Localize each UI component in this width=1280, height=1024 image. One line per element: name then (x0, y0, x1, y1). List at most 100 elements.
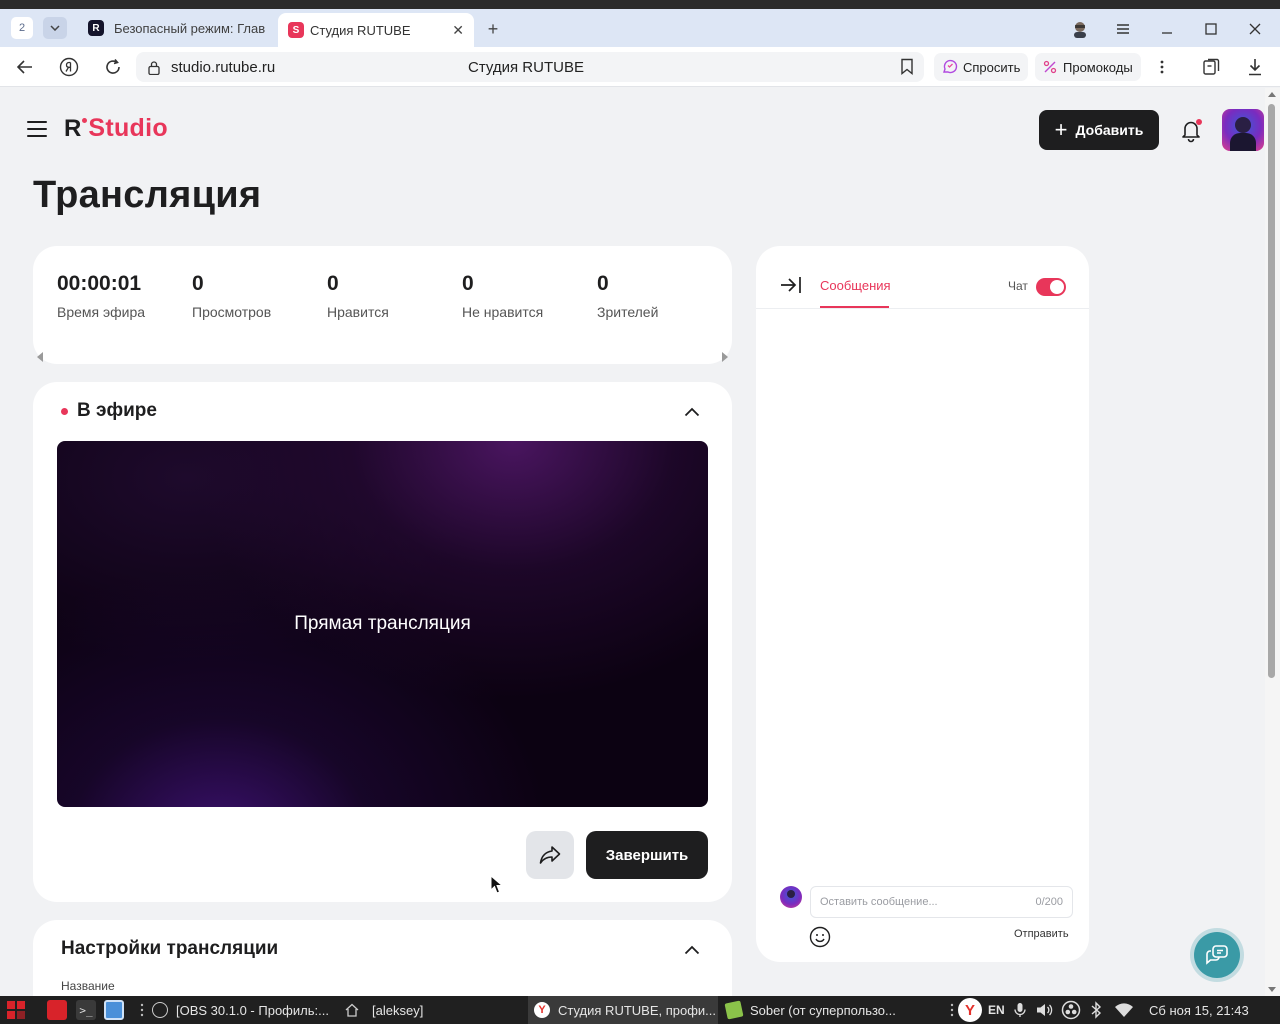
chat-toggle[interactable] (1036, 278, 1066, 296)
logo-studio-text: Studio (88, 114, 168, 142)
yandex-tray-icon[interactable]: Y (958, 996, 982, 1024)
obs-recording-tray-icon[interactable] (1061, 996, 1081, 1024)
maximize-icon[interactable] (1199, 18, 1223, 40)
files-launcher-icon[interactable] (47, 996, 67, 1024)
download-icon[interactable] (1243, 55, 1267, 79)
scroll-left-arrow-icon[interactable] (37, 352, 43, 362)
notifications-bell-icon[interactable] (1178, 117, 1204, 143)
tray-separator-icon (950, 996, 954, 1024)
ask-alice-button[interactable]: Спросить (934, 53, 1029, 81)
more-vertical-icon[interactable] (1150, 55, 1174, 79)
terminal-launcher-icon[interactable]: >_ (76, 996, 96, 1024)
alice-icon (943, 59, 958, 74)
ask-label: Спросить (963, 59, 1021, 75)
chevron-down-icon (50, 25, 60, 31)
browser-menu-icon[interactable] (1111, 18, 1135, 40)
notification-dot (1196, 119, 1202, 125)
volume-icon[interactable] (1036, 996, 1054, 1024)
browser-address-bar: studio.rutube.ru Студия RUTUBE Спросить … (0, 47, 1280, 87)
live-indicator-dot (61, 407, 68, 415)
live-heading-text: В эфире (77, 400, 157, 421)
stat-label: Нравится (327, 304, 389, 320)
tab-list-button[interactable] (43, 17, 67, 39)
tab-title: Безопасный режим: Глав (114, 20, 266, 36)
scrollbar-thumb[interactable] (1268, 104, 1275, 678)
bookmark-icon[interactable] (900, 58, 914, 80)
stat-label: Время эфира (57, 304, 146, 320)
browser-tab-safe-mode[interactable]: R Безопасный режим: Глав (78, 13, 274, 43)
taskbar-window-title: [aleksey] (372, 1002, 424, 1018)
bluetooth-icon[interactable] (1090, 996, 1102, 1024)
page-title: Трансляция (33, 174, 262, 216)
chat-input-placeholder: Оставить сообщение... (820, 896, 938, 908)
stat-label: Зрителей (597, 304, 659, 320)
browser-tab-bar: 2 R Безопасный режим: Глав S Студия RUTU… (0, 9, 1280, 47)
promo-label: Промокоды (1063, 59, 1133, 75)
home-folder-icon (345, 1003, 359, 1017)
lock-icon (146, 59, 162, 75)
mouse-cursor-icon (490, 875, 504, 894)
taskbar-window-sober[interactable]: Sober (от суперпользо... (720, 996, 920, 1024)
rutube-studio-logo[interactable]: R Studio (64, 114, 168, 143)
browser-launcher-icon[interactable] (104, 996, 124, 1024)
taskbar-window-obs[interactable]: [OBS 30.1.0 - Профиль:... (146, 996, 334, 1024)
clock[interactable]: Сб ноя 15, 21:43 (1149, 996, 1249, 1024)
keyboard-layout-indicator[interactable]: EN (988, 996, 1005, 1024)
tab-close-icon[interactable]: ✕ (452, 22, 464, 39)
taskbar-window-rutube[interactable]: Y Студия RUTUBE, профи... (528, 996, 718, 1024)
tab-messages[interactable]: Сообщения (820, 278, 891, 293)
stat-value: 00:00:01 (57, 272, 142, 295)
emoji-icon[interactable] (809, 926, 831, 948)
settings-heading: Настройки трансляции (61, 938, 279, 959)
chat-message-input[interactable]: Оставить сообщение... 0/200 (810, 886, 1073, 918)
user-avatar[interactable] (1222, 109, 1264, 151)
scroll-right-arrow-icon[interactable] (722, 352, 728, 362)
stat-viewers: 0 Зрителей (597, 272, 658, 320)
promo-codes-button[interactable]: Промокоды (1035, 53, 1141, 81)
stats-card: 00:00:01 Время эфира 0 Просмотров 0 Нрав… (33, 246, 732, 364)
app-menu-icon[interactable] (6, 996, 26, 1024)
stat-views: 0 Просмотров (192, 272, 271, 320)
send-button[interactable]: Отправить (1014, 928, 1069, 940)
collapse-chevron-up-icon[interactable] (684, 404, 700, 418)
sober-icon (724, 1000, 744, 1020)
yandex-button-icon[interactable] (57, 55, 81, 79)
add-button[interactable]: + Добавить (1039, 110, 1159, 150)
stat-value: 0 (327, 272, 339, 295)
page-scrollbar[interactable] (1265, 88, 1280, 996)
logo-r: R (64, 115, 88, 143)
minimize-icon[interactable] (1155, 18, 1179, 40)
name-field-label: Название (61, 979, 115, 993)
percent-icon (1043, 60, 1057, 74)
microphone-icon[interactable] (1013, 996, 1027, 1024)
collapse-panel-icon[interactable] (780, 275, 802, 297)
back-arrow-icon[interactable] (13, 55, 37, 79)
collapse-chevron-up-icon[interactable] (684, 942, 700, 956)
divider (756, 308, 1089, 309)
url-text: studio.rutube.ru (171, 58, 276, 76)
wifi-icon[interactable] (1114, 996, 1134, 1024)
share-arrow-icon (539, 846, 561, 864)
live-video-player[interactable]: Прямая трансляция (57, 441, 708, 807)
close-window-icon[interactable] (1243, 18, 1267, 40)
hamburger-menu-icon[interactable] (27, 121, 47, 137)
collections-icon[interactable] (1199, 55, 1223, 79)
stat-value: 0 (462, 272, 474, 295)
finish-stream-button[interactable]: Завершить (586, 831, 708, 879)
yandex-browser-icon: Y (534, 1002, 550, 1018)
stat-value: 0 (192, 272, 204, 295)
url-bar[interactable]: studio.rutube.ru Студия RUTUBE (136, 52, 924, 82)
reload-icon[interactable] (101, 55, 125, 79)
live-card: В эфире Прямая трансляция Завершить (33, 382, 732, 902)
browser-tab-studio[interactable]: S Студия RUTUBE ✕ (278, 13, 474, 47)
tab-counter-button[interactable]: 2 (11, 17, 33, 39)
taskbar-window-home[interactable]: [aleksey] (338, 996, 524, 1024)
add-button-label: Добавить (1075, 122, 1144, 138)
support-chat-button[interactable] (1194, 932, 1240, 978)
stat-label: Не нравится (462, 304, 544, 320)
player-text: Прямая трансляция (294, 613, 471, 634)
new-tab-button[interactable]: + (482, 18, 504, 40)
profile-icon[interactable] (1068, 18, 1092, 40)
share-button[interactable] (526, 831, 574, 879)
stat-likes: 0 Нравится (327, 272, 389, 320)
